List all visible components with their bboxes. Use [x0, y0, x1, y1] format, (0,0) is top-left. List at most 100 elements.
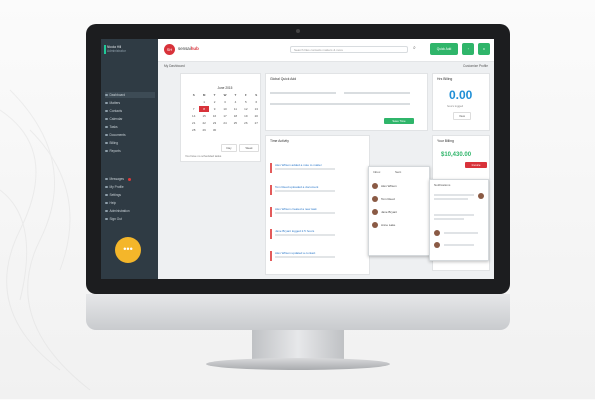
field-matter[interactable] [270, 92, 336, 94]
calendar-day[interactable]: 2 [210, 99, 219, 105]
sidebar-item-settings[interactable]: Settings [105, 192, 155, 198]
calendar-day[interactable]: 26 [241, 120, 250, 126]
popup-tab-inbox[interactable]: Inbox [373, 170, 380, 174]
calendar-week-button[interactable]: Week [239, 144, 259, 152]
top-bar: SH sensaihub Search files contacts matte… [158, 39, 494, 62]
weekday-label: M [202, 93, 206, 97]
calendar-day[interactable]: 10 [220, 106, 229, 112]
calendar-day[interactable]: 14 [189, 113, 198, 119]
quick-time-card: Global Quick Add Save Time [265, 73, 428, 131]
app-logo-text: sensaihub [178, 46, 199, 51]
notification-line [444, 232, 478, 234]
page-title: My Dashboard [164, 64, 185, 68]
calendar-day[interactable]: 19 [241, 113, 250, 119]
customize-link[interactable]: Customize Profile [463, 64, 488, 68]
activity-text: Tom Reed uploaded a document [275, 185, 319, 189]
calendar-day[interactable]: 1 [199, 99, 208, 105]
invoice-button[interactable]: Invoice [465, 162, 487, 168]
calendar-day[interactable]: 27 [252, 120, 261, 126]
calendar-day[interactable]: 29 [199, 127, 208, 133]
sidebar-item-label: Help [109, 201, 117, 205]
calendar-day-button[interactable]: Day [221, 144, 237, 152]
calendar-day[interactable]: 8 [199, 106, 209, 112]
calendar-day[interactable]: 30 [210, 127, 219, 133]
sidebar-item-contacts[interactable]: Contacts [105, 108, 155, 114]
calendar-day [231, 127, 240, 133]
calendar-day[interactable]: 22 [199, 120, 208, 126]
sidebar-item-dashboard[interactable]: Dashboard [105, 92, 155, 98]
calendar-day[interactable]: 4 [231, 99, 240, 105]
sidebar-item-matters[interactable]: Matters [105, 100, 155, 106]
calendar-day[interactable]: 15 [199, 113, 208, 119]
sidebar-item-help[interactable]: Help [105, 200, 155, 206]
quick-add-button[interactable]: Quick Add [430, 43, 458, 55]
activity-item[interactable]: Jane Bryant logged 2.5 hours [270, 228, 358, 240]
messages-popup: Inbox Sent Alex Wilson Tom Reed Jane Bry… [368, 166, 430, 256]
calendar-day[interactable]: 21 [189, 120, 198, 126]
reports-icon [105, 149, 108, 153]
sidebar-item-profile[interactable]: My Profile [105, 184, 155, 190]
calendar-day[interactable]: 6 [252, 99, 261, 105]
weekday-label: W [223, 93, 227, 97]
calendar-day[interactable]: 17 [220, 113, 229, 119]
calendar-day[interactable]: 25 [231, 120, 240, 126]
contacts-icon [105, 109, 108, 113]
sidebar-item-messages[interactable]: Messages [105, 176, 155, 182]
calendar-day[interactable]: 20 [252, 113, 261, 119]
calendar-day[interactable]: 18 [231, 113, 240, 119]
sidebar-item-admin[interactable]: Administration [105, 208, 155, 214]
activity-item[interactable]: Alex Wilson added a note to matter [270, 162, 358, 174]
activity-item[interactable]: Alex Wilson created a new task [270, 206, 358, 218]
hours-view-button[interactable]: View [453, 112, 471, 120]
screen: Nicola Hill Administrator Dashboard Matt… [101, 39, 494, 279]
calendar-day[interactable]: 24 [220, 120, 229, 126]
weekday-label: S [255, 93, 258, 97]
activity-item[interactable]: Tom Reed uploaded a document [270, 184, 358, 196]
chat-bubble-button[interactable]: ••• [115, 237, 141, 263]
calendar-day[interactable]: 9 [210, 106, 219, 112]
sidebar-item-calendar[interactable]: Calendar [105, 116, 155, 122]
sidebar-item-label: Documents [109, 133, 126, 137]
avatar [478, 193, 484, 199]
calendar-day [189, 99, 198, 105]
save-time-button[interactable]: Save Time [384, 118, 414, 124]
message-contact[interactable]: Jane Bryant [372, 208, 397, 215]
calendar-day[interactable]: 16 [210, 113, 219, 119]
message-contact[interactable]: Alex Wilson [372, 182, 397, 189]
calendar-day[interactable]: 28 [189, 127, 198, 133]
search-icon[interactable]: ⌕ [413, 45, 416, 51]
bell-icon: ◔ [467, 47, 469, 51]
calendar-day[interactable]: 7 [189, 106, 198, 112]
calendar-day[interactable]: 3 [220, 99, 229, 105]
field-description[interactable] [270, 103, 410, 105]
sidebar-item-label: Calendar [109, 117, 123, 121]
calendar-day[interactable]: 12 [241, 106, 250, 112]
calendar-day[interactable]: 23 [210, 120, 219, 126]
menu-button[interactable]: ≡ [478, 43, 490, 55]
sidebar-item-label: Messages [109, 177, 125, 181]
message-contact[interactable]: Tom Reed [372, 195, 395, 202]
sidebar-item-reports[interactable]: Reports [105, 148, 155, 154]
sidebar-item-billing[interactable]: Billing [105, 140, 155, 146]
notifications-button[interactable]: ◔ [462, 43, 474, 55]
activity-item[interactable]: Alex Wilson updated a contact [270, 250, 358, 262]
calendar-day[interactable]: 5 [241, 99, 250, 105]
calendar-grid: S M T W T F S 1 2 3 4 5 6 7 8 9 10 11 12 13 14 15 16 17 18 19 20 21… [189, 92, 261, 133]
sidebar-item-signout[interactable]: Sign Out [105, 216, 155, 222]
calendar-day[interactable]: 11 [231, 106, 240, 112]
monitor-stand [252, 330, 344, 360]
user-indicator [104, 45, 106, 54]
app-logo[interactable]: SH [164, 44, 175, 55]
avatar [372, 221, 378, 228]
sidebar-item-label: Tasks [109, 125, 118, 129]
menu-icon: ≡ [483, 47, 485, 51]
message-contact[interactable]: Anne Lake [372, 221, 395, 228]
tasks-icon [105, 125, 108, 129]
sidebar-item-tasks[interactable]: Tasks [105, 124, 155, 130]
sidebar-item-documents[interactable]: Documents [105, 132, 155, 138]
user-info[interactable]: Nicola Hill Administrator [104, 45, 126, 54]
calendar-day[interactable]: 13 [252, 106, 261, 112]
popup-tab-sent[interactable]: Sent [395, 170, 401, 174]
field-date[interactable] [344, 92, 410, 94]
search-input[interactable]: Search files contacts matters & more [290, 46, 408, 53]
